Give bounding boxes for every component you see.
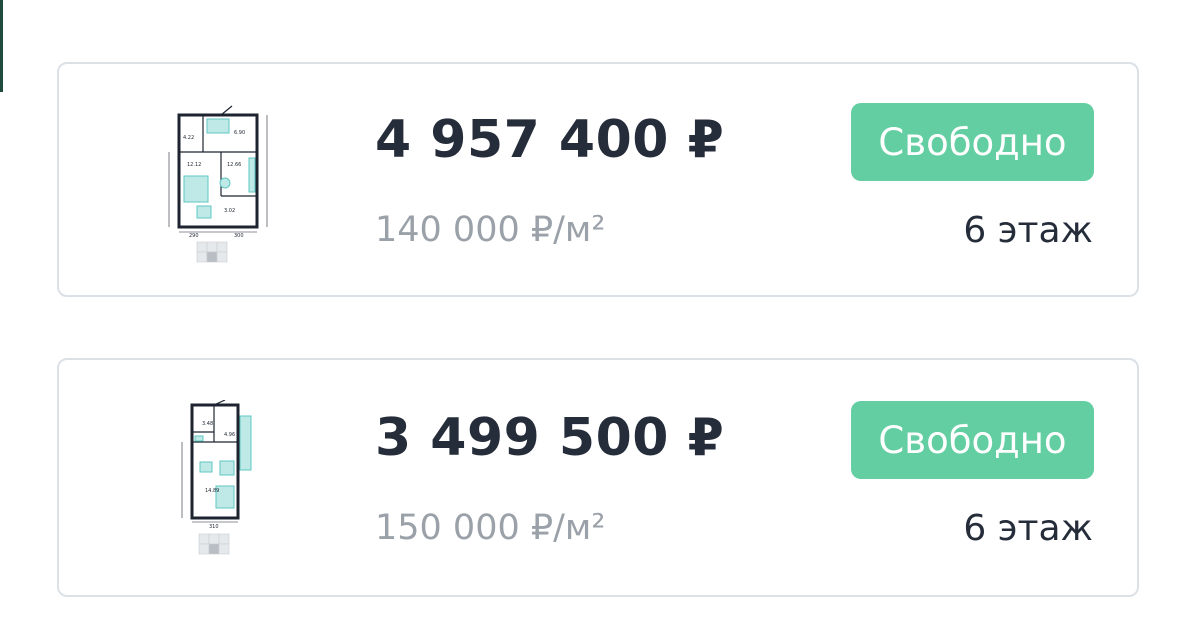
- plan-label: 310: [209, 524, 219, 530]
- plan-label: 12.66: [227, 162, 241, 168]
- plan-label: 3.48: [202, 421, 213, 427]
- plan-label: 290: [189, 233, 199, 239]
- plan-label: 3.02: [224, 208, 235, 214]
- plan-label: 14.89: [205, 488, 219, 494]
- floorplan-1room-image: 4.22 6.90 12.12 12.66 3.02 290 300: [168, 105, 268, 263]
- plan-label: 4.96: [224, 432, 235, 438]
- plan-label: 4.22: [183, 135, 194, 141]
- apartment-card[interactable]: 3.48 4.96 14.89 310 3 499 500 ₽ 150 000 …: [57, 358, 1139, 597]
- floorplan-studio-image: 3.48 4.96 14.89 310: [181, 400, 252, 555]
- plan-label: 6.90: [234, 130, 245, 136]
- status-badge-available[interactable]: Свободно: [851, 103, 1094, 181]
- price-per-square-meter: 140 000 ₽/м²: [375, 210, 606, 250]
- apartment-card[interactable]: 4.22 6.90 12.12 12.66 3.02 290 300 4 957…: [57, 62, 1139, 297]
- apartment-price: 3 499 500 ₽: [375, 408, 725, 468]
- status-badge-available[interactable]: Свободно: [851, 401, 1094, 479]
- price-per-square-meter: 150 000 ₽/м²: [375, 508, 606, 548]
- plan-label: 12.12: [187, 162, 201, 168]
- left-edge-bar: [0, 0, 3, 92]
- plan-label: 300: [234, 233, 244, 239]
- apartment-price: 4 957 400 ₽: [375, 110, 725, 170]
- floor-label: 6 этаж: [963, 210, 1093, 251]
- floor-label: 6 этаж: [963, 508, 1093, 549]
